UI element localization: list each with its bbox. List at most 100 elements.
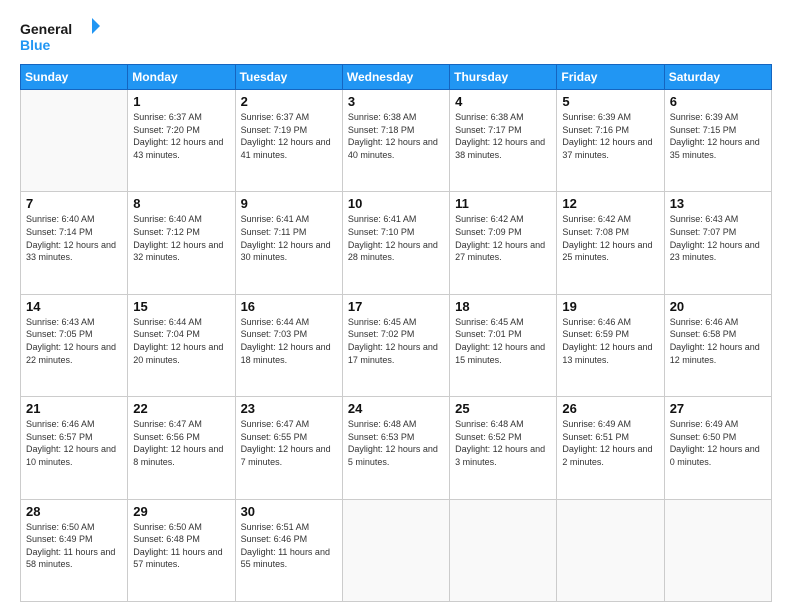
day-info: Sunrise: 6:45 AM Sunset: 7:02 PM Dayligh… xyxy=(348,316,444,366)
header: General Blue xyxy=(20,16,772,56)
day-info: Sunrise: 6:41 AM Sunset: 7:10 PM Dayligh… xyxy=(348,213,444,263)
day-number: 2 xyxy=(241,94,337,109)
day-cell: 2 Sunrise: 6:37 AM Sunset: 7:19 PM Daylig… xyxy=(235,90,342,192)
day-info: Sunrise: 6:44 AM Sunset: 7:04 PM Dayligh… xyxy=(133,316,229,366)
week-row-1: 7 Sunrise: 6:40 AM Sunset: 7:14 PM Daylig… xyxy=(21,192,772,294)
day-number: 30 xyxy=(241,504,337,519)
day-cell: 8 Sunrise: 6:40 AM Sunset: 7:12 PM Daylig… xyxy=(128,192,235,294)
day-number: 5 xyxy=(562,94,658,109)
day-cell: 16 Sunrise: 6:44 AM Sunset: 7:03 PM Dayli… xyxy=(235,294,342,396)
day-cell: 27 Sunrise: 6:49 AM Sunset: 6:50 PM Dayli… xyxy=(664,397,771,499)
day-number: 13 xyxy=(670,196,766,211)
day-info: Sunrise: 6:51 AM Sunset: 6:46 PM Dayligh… xyxy=(241,521,337,571)
col-header-sunday: Sunday xyxy=(21,65,128,90)
day-number: 15 xyxy=(133,299,229,314)
day-number: 29 xyxy=(133,504,229,519)
col-header-monday: Monday xyxy=(128,65,235,90)
day-number: 11 xyxy=(455,196,551,211)
day-cell: 15 Sunrise: 6:44 AM Sunset: 7:04 PM Dayli… xyxy=(128,294,235,396)
day-info: Sunrise: 6:44 AM Sunset: 7:03 PM Dayligh… xyxy=(241,316,337,366)
col-header-tuesday: Tuesday xyxy=(235,65,342,90)
day-info: Sunrise: 6:47 AM Sunset: 6:55 PM Dayligh… xyxy=(241,418,337,468)
day-info: Sunrise: 6:46 AM Sunset: 6:57 PM Dayligh… xyxy=(26,418,122,468)
day-number: 27 xyxy=(670,401,766,416)
day-info: Sunrise: 6:47 AM Sunset: 6:56 PM Dayligh… xyxy=(133,418,229,468)
day-cell: 14 Sunrise: 6:43 AM Sunset: 7:05 PM Dayli… xyxy=(21,294,128,396)
day-cell xyxy=(21,90,128,192)
day-cell xyxy=(557,499,664,601)
day-info: Sunrise: 6:37 AM Sunset: 7:19 PM Dayligh… xyxy=(241,111,337,161)
day-cell: 23 Sunrise: 6:47 AM Sunset: 6:55 PM Dayli… xyxy=(235,397,342,499)
day-number: 23 xyxy=(241,401,337,416)
day-info: Sunrise: 6:41 AM Sunset: 7:11 PM Dayligh… xyxy=(241,213,337,263)
day-number: 14 xyxy=(26,299,122,314)
logo-svg: General Blue xyxy=(20,16,100,56)
day-number: 25 xyxy=(455,401,551,416)
day-cell: 17 Sunrise: 6:45 AM Sunset: 7:02 PM Dayli… xyxy=(342,294,449,396)
week-row-3: 21 Sunrise: 6:46 AM Sunset: 6:57 PM Dayli… xyxy=(21,397,772,499)
day-cell xyxy=(664,499,771,601)
day-cell: 12 Sunrise: 6:42 AM Sunset: 7:08 PM Dayli… xyxy=(557,192,664,294)
day-number: 6 xyxy=(670,94,766,109)
day-cell xyxy=(342,499,449,601)
day-cell: 25 Sunrise: 6:48 AM Sunset: 6:52 PM Dayli… xyxy=(450,397,557,499)
day-cell: 19Sunrise: 6:46 AM Sunset: 6:59 PM Dayli… xyxy=(557,294,664,396)
day-info: Sunrise: 6:37 AM Sunset: 7:20 PM Dayligh… xyxy=(133,111,229,161)
calendar-table: SundayMondayTuesdayWednesdayThursdayFrid… xyxy=(20,64,772,602)
day-number: 10 xyxy=(348,196,444,211)
day-info: Sunrise: 6:48 AM Sunset: 6:52 PM Dayligh… xyxy=(455,418,551,468)
logo: General Blue xyxy=(20,16,100,56)
calendar-header-row: SundayMondayTuesdayWednesdayThursdayFrid… xyxy=(21,65,772,90)
col-header-wednesday: Wednesday xyxy=(342,65,449,90)
day-number: 28 xyxy=(26,504,122,519)
day-cell: 30 Sunrise: 6:51 AM Sunset: 6:46 PM Dayli… xyxy=(235,499,342,601)
svg-text:Blue: Blue xyxy=(20,37,51,53)
day-info: Sunrise: 6:50 AM Sunset: 6:49 PM Dayligh… xyxy=(26,521,122,571)
day-info: Sunrise: 6:40 AM Sunset: 7:14 PM Dayligh… xyxy=(26,213,122,263)
day-cell: 7 Sunrise: 6:40 AM Sunset: 7:14 PM Daylig… xyxy=(21,192,128,294)
day-info: Sunrise: 6:43 AM Sunset: 7:05 PM Dayligh… xyxy=(26,316,122,366)
day-cell: 26 Sunrise: 6:49 AM Sunset: 6:51 PM Dayli… xyxy=(557,397,664,499)
day-number: 24 xyxy=(348,401,444,416)
day-number: 8 xyxy=(133,196,229,211)
day-number: 7 xyxy=(26,196,122,211)
day-info: Sunrise: 6:49 AM Sunset: 6:51 PM Dayligh… xyxy=(562,418,658,468)
day-number: 17 xyxy=(348,299,444,314)
day-info: Sunrise: 6:38 AM Sunset: 7:17 PM Dayligh… xyxy=(455,111,551,161)
day-cell: 11 Sunrise: 6:42 AM Sunset: 7:09 PM Dayli… xyxy=(450,192,557,294)
day-cell: 6 Sunrise: 6:39 AM Sunset: 7:15 PM Daylig… xyxy=(664,90,771,192)
day-cell: 22 Sunrise: 6:47 AM Sunset: 6:56 PM Dayli… xyxy=(128,397,235,499)
day-number: 26 xyxy=(562,401,658,416)
day-number: 12 xyxy=(562,196,658,211)
day-info: Sunrise: 6:39 AM Sunset: 7:15 PM Dayligh… xyxy=(670,111,766,161)
day-number: 3 xyxy=(348,94,444,109)
day-info: Sunrise: 6:45 AM Sunset: 7:01 PM Dayligh… xyxy=(455,316,551,366)
col-header-saturday: Saturday xyxy=(664,65,771,90)
day-cell: 10 Sunrise: 6:41 AM Sunset: 7:10 PM Dayli… xyxy=(342,192,449,294)
day-info: Sunrise: 6:42 AM Sunset: 7:08 PM Dayligh… xyxy=(562,213,658,263)
day-cell: 28 Sunrise: 6:50 AM Sunset: 6:49 PM Dayli… xyxy=(21,499,128,601)
day-info: Sunrise: 6:49 AM Sunset: 6:50 PM Dayligh… xyxy=(670,418,766,468)
day-number: 18 xyxy=(455,299,551,314)
day-number: 1 xyxy=(133,94,229,109)
week-row-0: 1 Sunrise: 6:37 AM Sunset: 7:20 PM Daylig… xyxy=(21,90,772,192)
day-info: Sunrise: 6:48 AM Sunset: 6:53 PM Dayligh… xyxy=(348,418,444,468)
day-cell: 24 Sunrise: 6:48 AM Sunset: 6:53 PM Dayli… xyxy=(342,397,449,499)
day-info: Sunrise: 6:46 AM Sunset: 6:58 PM Dayligh… xyxy=(670,316,766,366)
day-info: Sunrise: 6:46 AM Sunset: 6:59 PM Dayligh… xyxy=(562,316,658,366)
day-number: 22 xyxy=(133,401,229,416)
page: General Blue SundayMondayTuesdayWednesda… xyxy=(0,0,792,612)
day-number: 21 xyxy=(26,401,122,416)
day-info: Sunrise: 6:40 AM Sunset: 7:12 PM Dayligh… xyxy=(133,213,229,263)
day-number: 20 xyxy=(670,299,766,314)
day-cell: 9Sunrise: 6:41 AM Sunset: 7:11 PM Daylig… xyxy=(235,192,342,294)
day-cell: 3Sunrise: 6:38 AM Sunset: 7:18 PM Daylig… xyxy=(342,90,449,192)
day-cell: 29Sunrise: 6:50 AM Sunset: 6:48 PM Dayli… xyxy=(128,499,235,601)
col-header-thursday: Thursday xyxy=(450,65,557,90)
svg-text:General: General xyxy=(20,21,72,37)
day-info: Sunrise: 6:42 AM Sunset: 7:09 PM Dayligh… xyxy=(455,213,551,263)
day-cell: 1 Sunrise: 6:37 AM Sunset: 7:20 PM Daylig… xyxy=(128,90,235,192)
day-number: 16 xyxy=(241,299,337,314)
day-info: Sunrise: 6:43 AM Sunset: 7:07 PM Dayligh… xyxy=(670,213,766,263)
day-cell: 20 Sunrise: 6:46 AM Sunset: 6:58 PM Dayli… xyxy=(664,294,771,396)
